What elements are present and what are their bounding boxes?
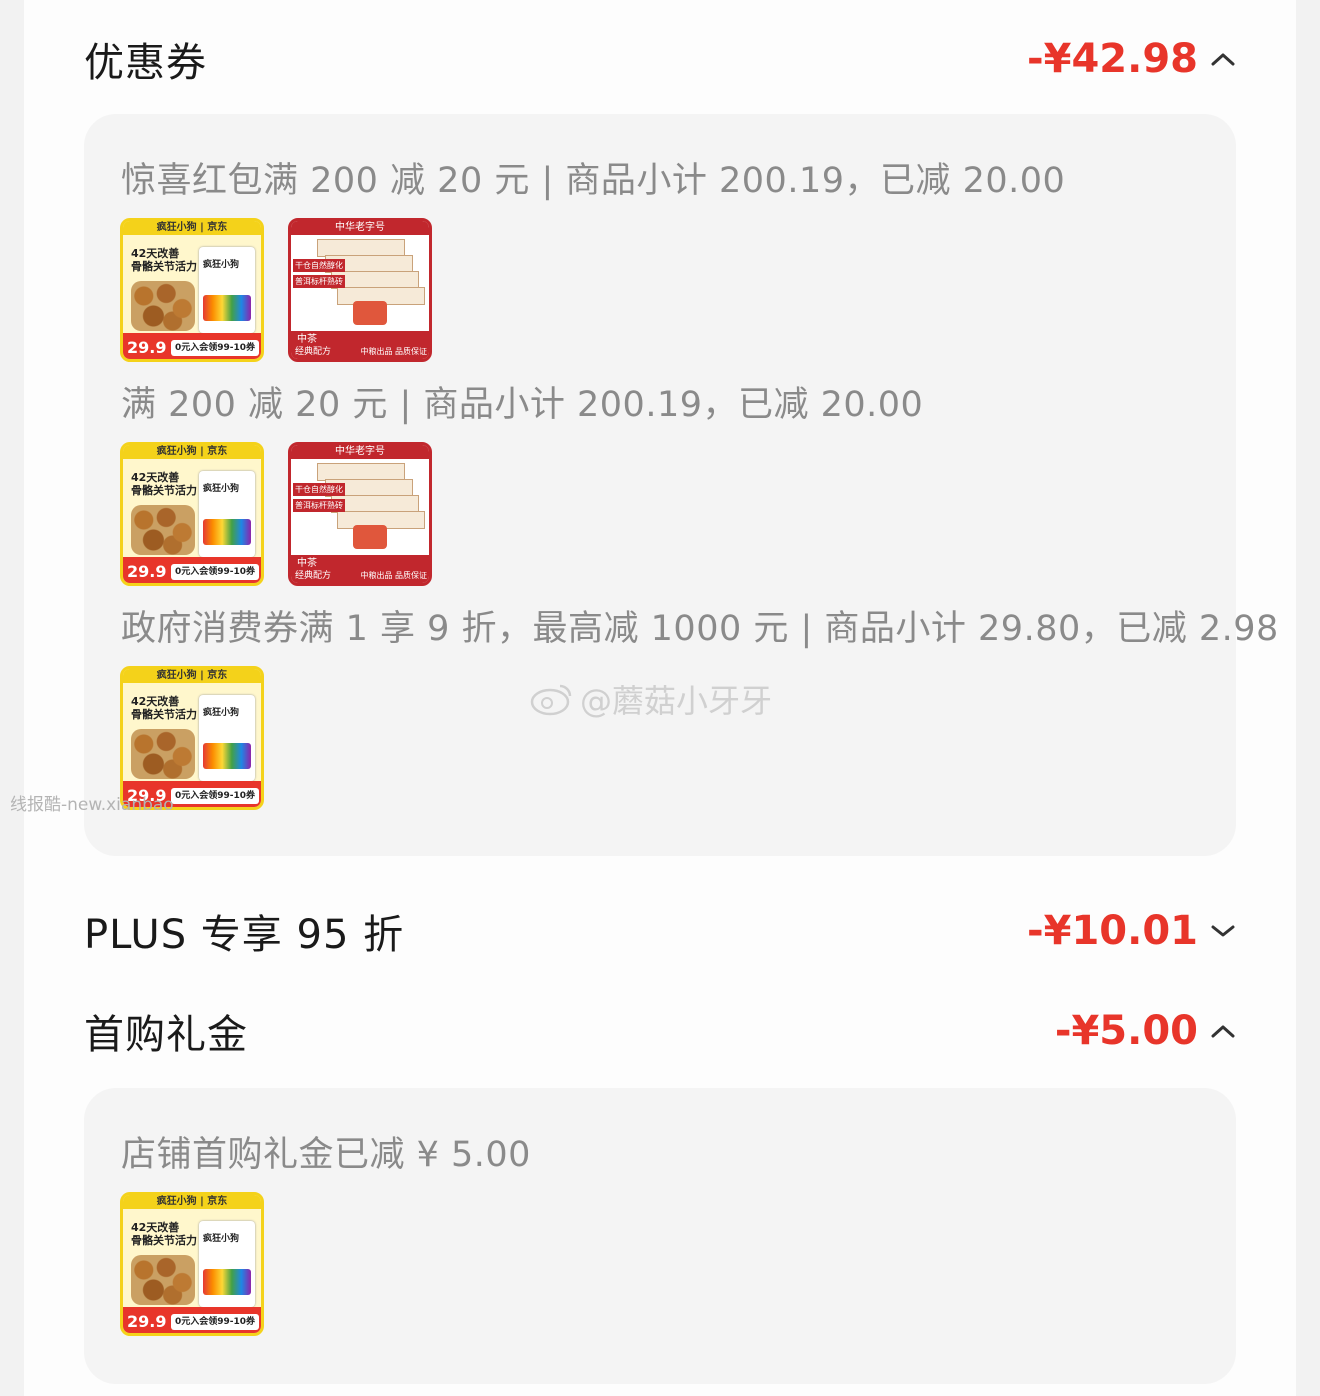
food-bag-image: 疯狂小狗 [199, 247, 255, 333]
plus-discount-amount: -¥10.01 [1027, 908, 1198, 954]
thumb-promo: 0元入会领99-10券 [171, 564, 259, 580]
watermark-text: @蘑菇小牙牙 [580, 682, 773, 720]
thumb-brand: 中茶 [297, 558, 317, 569]
kibble-image [131, 1255, 195, 1305]
site-watermark: 线报酷-new.xianbao [10, 795, 174, 815]
kibble-image [131, 505, 195, 555]
thumb-price: 29.9 [127, 562, 167, 581]
thumb-promo: 0元入会领99-10券 [171, 788, 259, 804]
thumb-banner: 中华老字号 [291, 445, 429, 459]
thumb-price: 29.9 [127, 338, 167, 357]
thumb-footer-text: 经典配方 [295, 347, 332, 357]
first-purchase-detail-line: 店铺首购礼金已减 ¥ 5.00 [121, 1135, 531, 1175]
product-thumbs: 疯狂小狗 | 京东 42天改善 骨骼关节活力 疯狂小狗 29.9 0元入会领99-… [120, 1192, 264, 1336]
thumb-promo: 0元入会领99-10券 [171, 1314, 259, 1330]
thumb-brand: 疯狂小狗 | 京东 [123, 669, 261, 683]
thumb-brand: 疯狂小狗 | 京东 [123, 1195, 261, 1209]
dog-food-thumbnail[interactable]: 疯狂小狗 | 京东 42天改善 骨骼关节活力 疯狂小狗 29.9 0元入会领99-… [120, 1192, 264, 1336]
first-purchase-amount: -¥5.00 [1054, 1008, 1198, 1054]
dog-food-thumbnail[interactable]: 疯狂小狗 | 京东 42天改善 骨骼关节活力 疯狂小狗 29.9 0元入会领99-… [120, 218, 264, 362]
food-bag-image: 疯狂小狗 [199, 1221, 255, 1307]
coupon-amount: -¥42.98 [1027, 36, 1198, 82]
first-purchase-detail-box: 店铺首购礼金已减 ¥ 5.00 疯狂小狗 | 京东 42天改善 骨骼关节活力 疯狂… [84, 1088, 1236, 1384]
thumb-headline: 42天改善 骨骼关节活力 [131, 1221, 197, 1247]
coupon-amount-group: -¥42.98 [1027, 36, 1236, 82]
chevron-down-icon[interactable] [1210, 918, 1236, 944]
thumb-headline: 42天改善 骨骼关节活力 [131, 247, 197, 273]
thumb-tag: 干仓自然醇化 [293, 259, 345, 272]
dog-food-thumbnail[interactable]: 疯狂小狗 | 京东 42天改善 骨骼关节活力 疯狂小狗 29.9 0元入会领99-… [120, 666, 264, 810]
thumb-brand: 疯狂小狗 | 京东 [123, 221, 261, 235]
chevron-up-icon[interactable] [1210, 46, 1236, 72]
weibo-watermark: @蘑菇小牙牙 [530, 676, 772, 722]
coupon-detail-line: 满 200 减 20 元 | 商品小计 200.19，已减 20.00 [121, 385, 924, 425]
coupon-row[interactable]: 优惠券 -¥42.98 [84, 24, 1236, 94]
first-purchase-row[interactable]: 首购礼金 -¥5.00 [84, 996, 1236, 1066]
thumb-headline: 42天改善 骨骼关节活力 [131, 695, 197, 721]
thumb-headline: 42天改善 骨骼关节活力 [131, 471, 197, 497]
kibble-image [131, 281, 195, 331]
thumb-footer-text: 经典配方 [295, 571, 332, 581]
thumb-price: 29.9 [127, 1312, 167, 1331]
coupon-detail-box: 惊喜红包满 200 减 20 元 | 商品小计 200.19，已减 20.00 … [84, 114, 1278, 856]
plus-discount-row[interactable]: PLUS 专享 95 折 -¥10.01 [84, 896, 1236, 966]
coupon-detail-line: 惊喜红包满 200 减 20 元 | 商品小计 200.19，已减 20.00 [121, 161, 1066, 201]
first-purchase-amount-group: -¥5.00 [1055, 1008, 1236, 1054]
food-bag-image: 疯狂小狗 [199, 695, 255, 781]
tea-seal-image [353, 525, 387, 549]
first-purchase-title: 首购礼金 [84, 1012, 248, 1058]
chevron-up-icon[interactable] [1210, 1018, 1236, 1044]
weibo-icon [530, 684, 572, 716]
coupon-title: 优惠券 [84, 40, 207, 86]
thumb-brand: 中茶 [297, 334, 317, 345]
product-thumbs: 疯狂小狗 | 京东 42天改善 骨骼关节活力 疯狂小狗 29.9 0元入会领99-… [120, 442, 432, 586]
dog-food-thumbnail[interactable]: 疯狂小狗 | 京东 42天改善 骨骼关节活力 疯狂小狗 29.9 0元入会领99-… [120, 442, 264, 586]
thumb-promo: 0元入会领99-10券 [171, 340, 259, 356]
tea-brick-thumbnail[interactable]: 中华老字号 干仓自然醇化 普洱标杆熟砖 中茶 经典配方 中粮出品 品质保证 [288, 218, 432, 362]
tea-brick-thumbnail[interactable]: 中华老字号 干仓自然醇化 普洱标杆熟砖 中茶 经典配方 中粮出品 品质保证 [288, 442, 432, 586]
product-thumbs: 疯狂小狗 | 京东 42天改善 骨骼关节活力 疯狂小狗 29.9 0元入会领99-… [120, 666, 264, 810]
thumb-tag: 普洱标杆熟砖 [293, 275, 345, 288]
thumb-brand: 疯狂小狗 | 京东 [123, 445, 261, 459]
plus-amount-group: -¥10.01 [1027, 908, 1236, 954]
tea-seal-image [353, 301, 387, 325]
thumb-footer-text: 中粮出品 品质保证 [360, 347, 427, 356]
thumb-footer-text: 中粮出品 品质保证 [360, 571, 427, 580]
coupon-detail-line: 政府消费券满 1 享 9 折，最高减 1000 元 | 商品小计 29.80，已… [121, 609, 1279, 649]
thumb-tag: 干仓自然醇化 [293, 483, 345, 496]
plus-discount-title: PLUS 专享 95 折 [84, 912, 405, 958]
kibble-image [131, 729, 195, 779]
food-bag-image: 疯狂小狗 [199, 471, 255, 557]
product-thumbs: 疯狂小狗 | 京东 42天改善 骨骼关节活力 疯狂小狗 29.9 0元入会领99-… [120, 218, 432, 362]
thumb-banner: 中华老字号 [291, 221, 429, 235]
thumb-tag: 普洱标杆熟砖 [293, 499, 345, 512]
